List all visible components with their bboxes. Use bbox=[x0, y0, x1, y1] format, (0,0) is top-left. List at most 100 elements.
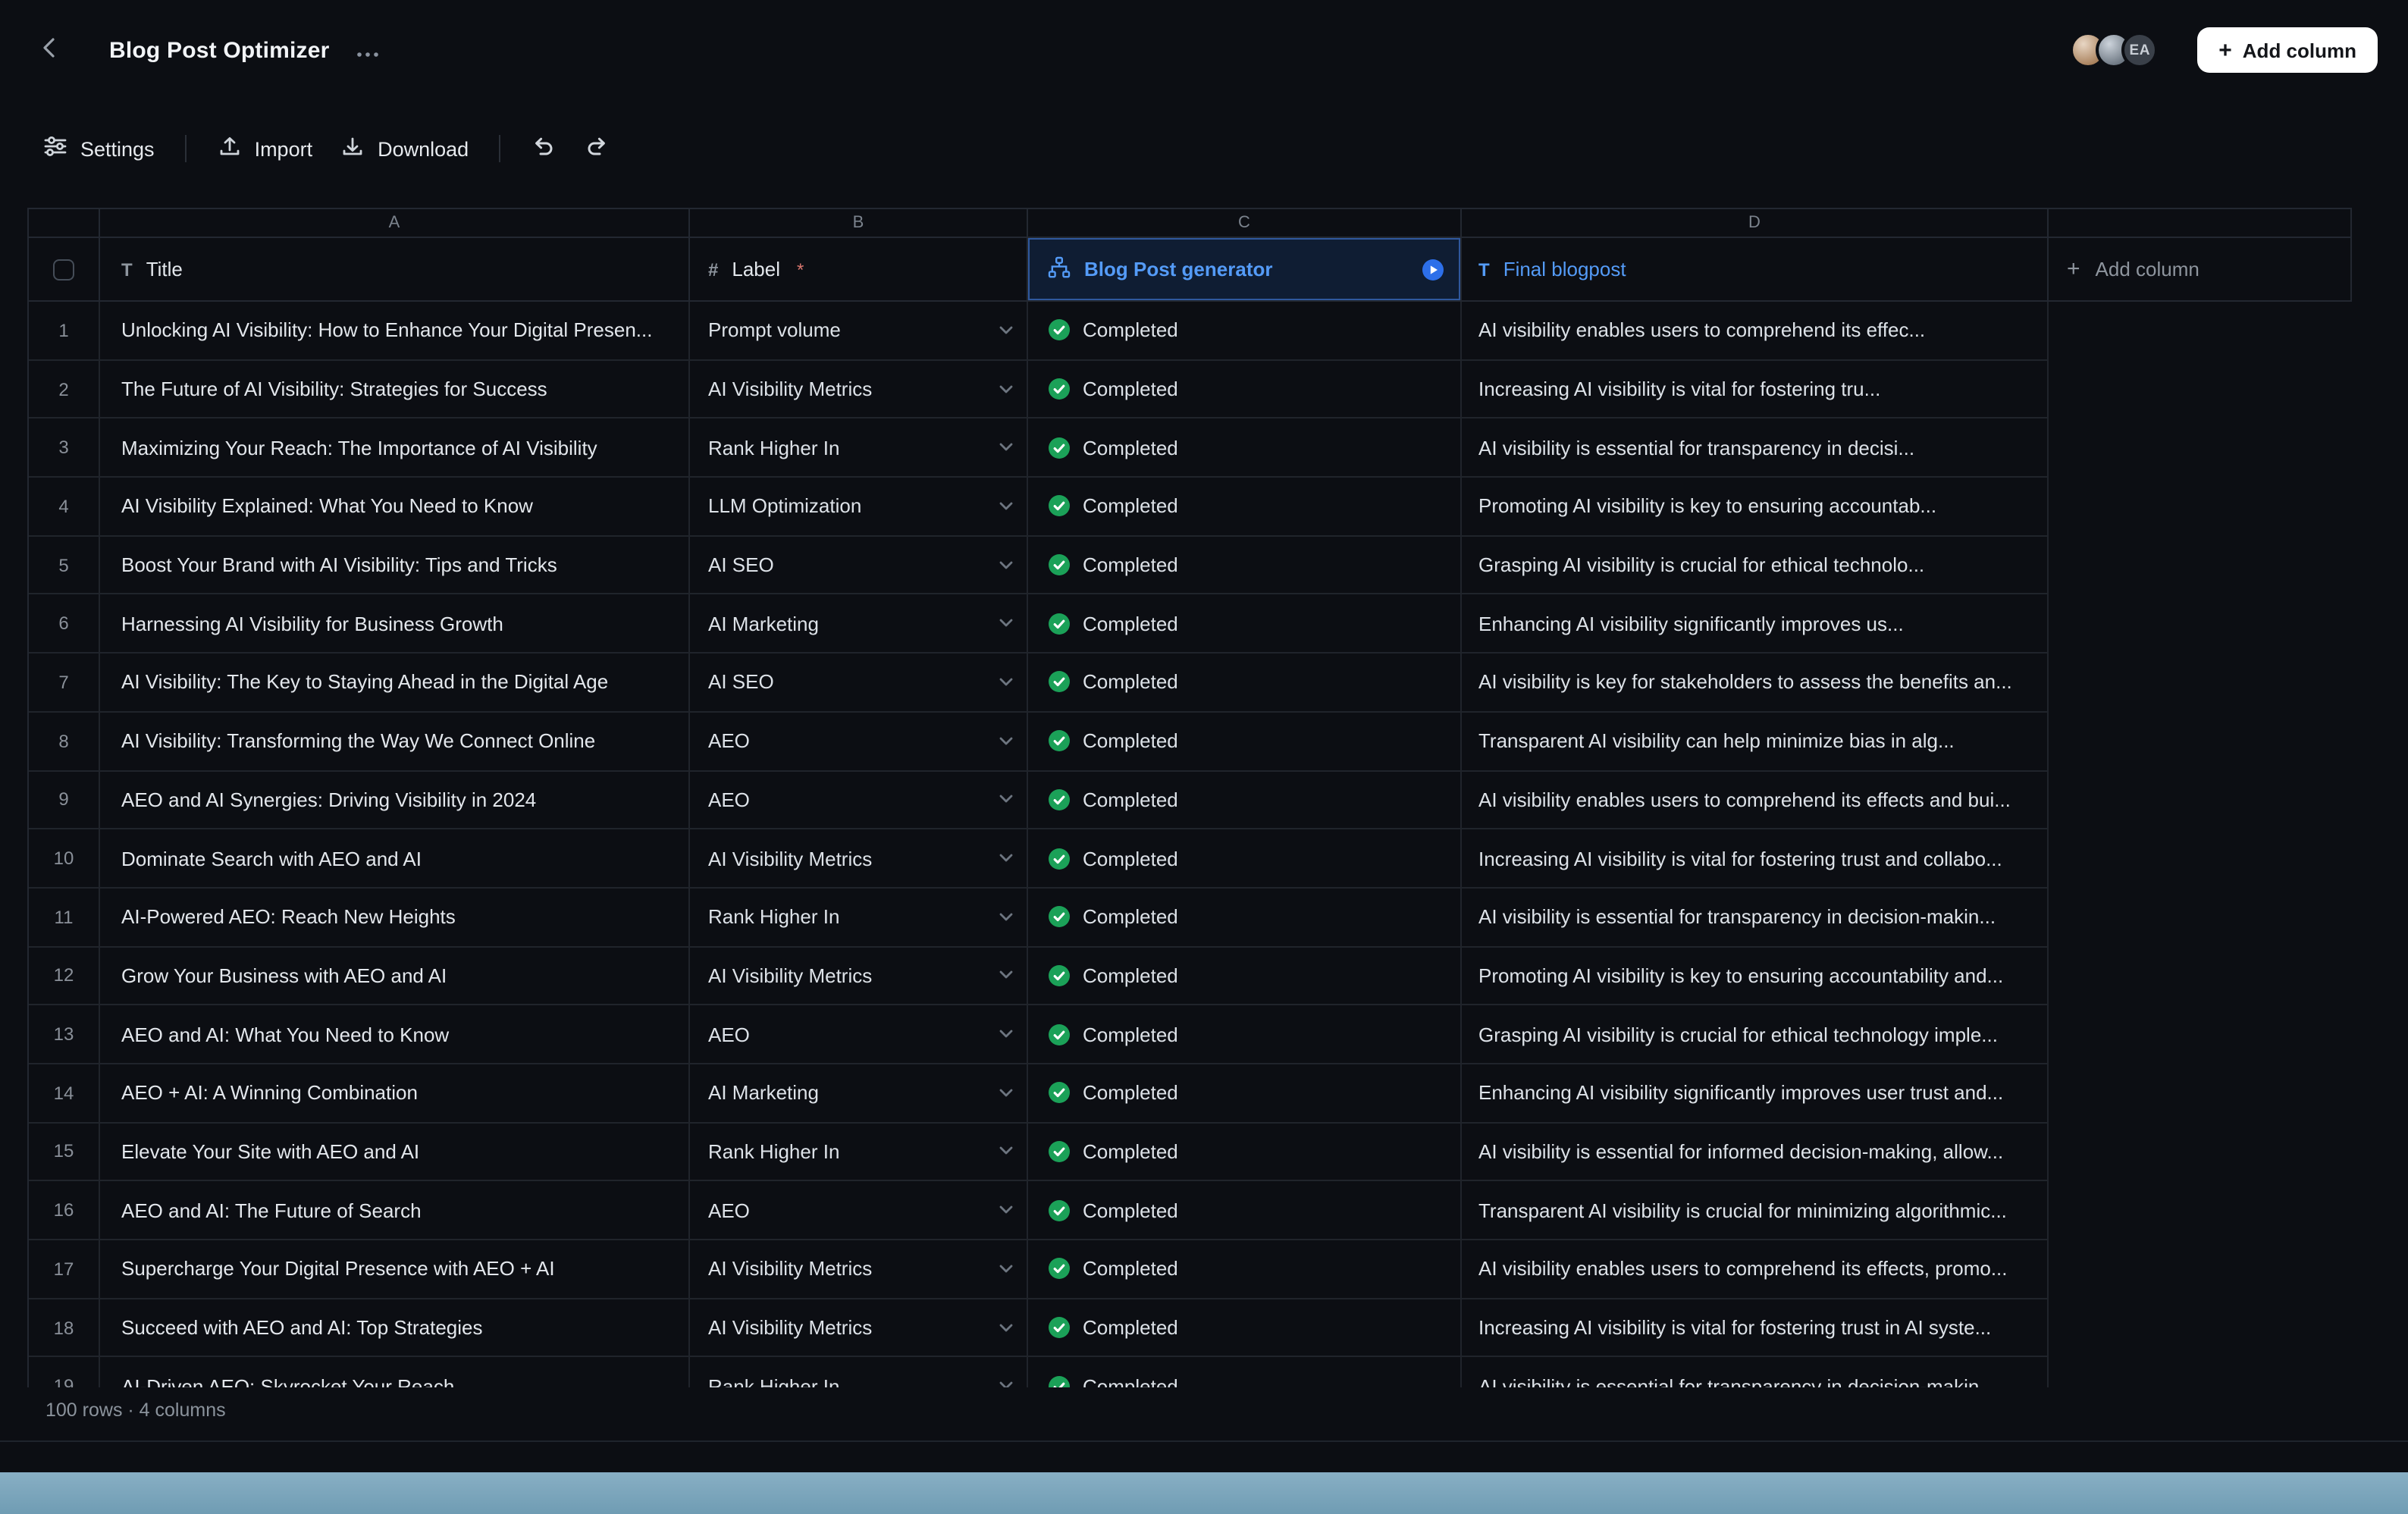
run-column-button[interactable] bbox=[1421, 257, 1445, 281]
column-letter-b[interactable]: B bbox=[690, 209, 1028, 238]
cell-status[interactable]: Completed bbox=[1028, 478, 1462, 536]
cell-label[interactable]: AI Marketing bbox=[690, 595, 1028, 654]
cell-label[interactable]: Rank Higher In bbox=[690, 889, 1028, 947]
avatar[interactable]: EA bbox=[2121, 32, 2158, 68]
add-column-button[interactable]: + Add column bbox=[2197, 27, 2378, 73]
row-number[interactable]: 2 bbox=[29, 360, 100, 418]
cell-final[interactable]: Transparent AI visibility is crucial for… bbox=[1462, 1182, 2049, 1240]
cell-status[interactable]: Completed bbox=[1028, 419, 1462, 478]
cell-status[interactable]: Completed bbox=[1028, 1064, 1462, 1123]
cell-final[interactable]: AI visibility is essential for transpare… bbox=[1462, 889, 2049, 947]
cell-status[interactable]: Completed bbox=[1028, 360, 1462, 418]
cell-title[interactable]: AI Visibility: Transforming the Way We C… bbox=[100, 713, 690, 771]
cell-final[interactable]: Promoting AI visibility is key to ensuri… bbox=[1462, 478, 2049, 536]
cell-status[interactable]: Completed bbox=[1028, 595, 1462, 654]
cell-title[interactable]: Grow Your Business with AEO and AI bbox=[100, 947, 690, 1005]
cell-title[interactable]: Maximizing Your Reach: The Importance of… bbox=[100, 419, 690, 478]
cell-final[interactable]: Increasing AI visibility is vital for fo… bbox=[1462, 360, 2049, 418]
cell-status[interactable]: Completed bbox=[1028, 1358, 1462, 1387]
cell-final[interactable]: Promoting AI visibility is key to ensuri… bbox=[1462, 947, 2049, 1005]
cell-label[interactable]: AI Visibility Metrics bbox=[690, 829, 1028, 888]
cell-status[interactable]: Completed bbox=[1028, 537, 1462, 595]
select-all-checkbox[interactable] bbox=[53, 259, 74, 280]
cell-label[interactable]: AEO bbox=[690, 1006, 1028, 1064]
more-options-button[interactable] bbox=[357, 39, 380, 61]
cell-status[interactable]: Completed bbox=[1028, 713, 1462, 771]
cell-final[interactable]: AI visibility is essential for transpare… bbox=[1462, 1358, 2049, 1387]
cell-label[interactable]: AEO bbox=[690, 1182, 1028, 1240]
cell-title[interactable]: AI Visibility: The Key to Staying Ahead … bbox=[100, 654, 690, 712]
column-letter-c[interactable]: C bbox=[1028, 209, 1462, 238]
cell-final[interactable]: AI visibility is essential for transpare… bbox=[1462, 419, 2049, 478]
cell-final[interactable]: AI visibility enables users to comprehen… bbox=[1462, 302, 2049, 360]
row-number[interactable]: 12 bbox=[29, 947, 100, 1005]
cell-label[interactable]: AI Visibility Metrics bbox=[690, 1240, 1028, 1299]
column-header-final[interactable]: T Final blogpost bbox=[1462, 238, 2049, 302]
cell-label[interactable]: AI Visibility Metrics bbox=[690, 1299, 1028, 1357]
cell-label[interactable]: Prompt volume bbox=[690, 302, 1028, 360]
row-number[interactable]: 17 bbox=[29, 1240, 100, 1299]
cell-final[interactable]: Increasing AI visibility is vital for fo… bbox=[1462, 829, 2049, 888]
row-number[interactable]: 5 bbox=[29, 537, 100, 595]
cell-title[interactable]: Boost Your Brand with AI Visibility: Tip… bbox=[100, 537, 690, 595]
row-number[interactable]: 14 bbox=[29, 1064, 100, 1123]
cell-title[interactable]: Unlocking AI Visibility: How to Enhance … bbox=[100, 302, 690, 360]
cell-title[interactable]: AI Visibility Explained: What You Need t… bbox=[100, 478, 690, 536]
cell-title[interactable]: Supercharge Your Digital Presence with A… bbox=[100, 1240, 690, 1299]
cell-final[interactable]: AI visibility is key for stakeholders to… bbox=[1462, 654, 2049, 712]
undo-button[interactable] bbox=[531, 133, 557, 164]
cell-status[interactable]: Completed bbox=[1028, 771, 1462, 829]
select-all-cell[interactable] bbox=[29, 238, 100, 302]
cell-status[interactable]: Completed bbox=[1028, 1240, 1462, 1299]
cell-label[interactable]: AEO bbox=[690, 713, 1028, 771]
cell-title[interactable]: The Future of AI Visibility: Strategies … bbox=[100, 360, 690, 418]
cell-final[interactable]: AI visibility enables users to comprehen… bbox=[1462, 1240, 2049, 1299]
cell-title[interactable]: AEO and AI: The Future of Search bbox=[100, 1182, 690, 1240]
cell-status[interactable]: Completed bbox=[1028, 1299, 1462, 1357]
cell-final[interactable]: Grasping AI visibility is crucial for et… bbox=[1462, 1006, 2049, 1064]
back-button[interactable] bbox=[42, 38, 67, 62]
row-number[interactable]: 8 bbox=[29, 713, 100, 771]
cell-title[interactable]: AEO and AI Synergies: Driving Visibility… bbox=[100, 771, 690, 829]
row-number[interactable]: 19 bbox=[29, 1358, 100, 1387]
cell-label[interactable]: Rank Higher In bbox=[690, 1358, 1028, 1387]
download-button[interactable]: Download bbox=[340, 133, 469, 164]
row-number[interactable]: 7 bbox=[29, 654, 100, 712]
row-number[interactable]: 3 bbox=[29, 419, 100, 478]
cell-title[interactable]: Harnessing AI Visibility for Business Gr… bbox=[100, 595, 690, 654]
cell-title[interactable]: AI-Powered AEO: Reach New Heights bbox=[100, 889, 690, 947]
cell-label[interactable]: AI Visibility Metrics bbox=[690, 360, 1028, 418]
redo-button[interactable] bbox=[584, 133, 610, 164]
cell-label[interactable]: Rank Higher In bbox=[690, 1123, 1028, 1181]
row-number[interactable]: 16 bbox=[29, 1182, 100, 1240]
cell-status[interactable]: Completed bbox=[1028, 1123, 1462, 1181]
column-header-generator[interactable]: Blog Post generator bbox=[1028, 238, 1462, 302]
cell-title[interactable]: Elevate Your Site with AEO and AI bbox=[100, 1123, 690, 1181]
cell-title[interactable]: AI-Driven AEO: Skyrocket Your Reach bbox=[100, 1358, 690, 1387]
row-number[interactable]: 10 bbox=[29, 829, 100, 888]
cell-label[interactable]: AI SEO bbox=[690, 654, 1028, 712]
cell-final[interactable]: Enhancing AI visibility significantly im… bbox=[1462, 595, 2049, 654]
row-number[interactable]: 13 bbox=[29, 1006, 100, 1064]
row-number[interactable]: 9 bbox=[29, 771, 100, 829]
cell-status[interactable]: Completed bbox=[1028, 1006, 1462, 1064]
cell-label[interactable]: AI Marketing bbox=[690, 1064, 1028, 1123]
cell-title[interactable]: AEO and AI: What You Need to Know bbox=[100, 1006, 690, 1064]
cell-final[interactable]: AI visibility is essential for informed … bbox=[1462, 1123, 2049, 1181]
cell-status[interactable]: Completed bbox=[1028, 947, 1462, 1005]
add-column-header[interactable]: + Add column bbox=[2049, 238, 2352, 302]
column-letter-a[interactable]: A bbox=[100, 209, 690, 238]
cell-label[interactable]: AI SEO bbox=[690, 537, 1028, 595]
cell-status[interactable]: Completed bbox=[1028, 889, 1462, 947]
row-number[interactable]: 4 bbox=[29, 478, 100, 536]
row-number[interactable]: 15 bbox=[29, 1123, 100, 1181]
cell-final[interactable]: Enhancing AI visibility significantly im… bbox=[1462, 1064, 2049, 1123]
cell-label[interactable]: AEO bbox=[690, 771, 1028, 829]
cell-status[interactable]: Completed bbox=[1028, 829, 1462, 888]
cell-title[interactable]: AEO + AI: A Winning Combination bbox=[100, 1064, 690, 1123]
import-button[interactable]: Import bbox=[217, 133, 313, 164]
cell-status[interactable]: Completed bbox=[1028, 654, 1462, 712]
cell-label[interactable]: LLM Optimization bbox=[690, 478, 1028, 536]
cell-title[interactable]: Dominate Search with AEO and AI bbox=[100, 829, 690, 888]
settings-button[interactable]: Settings bbox=[42, 133, 155, 164]
